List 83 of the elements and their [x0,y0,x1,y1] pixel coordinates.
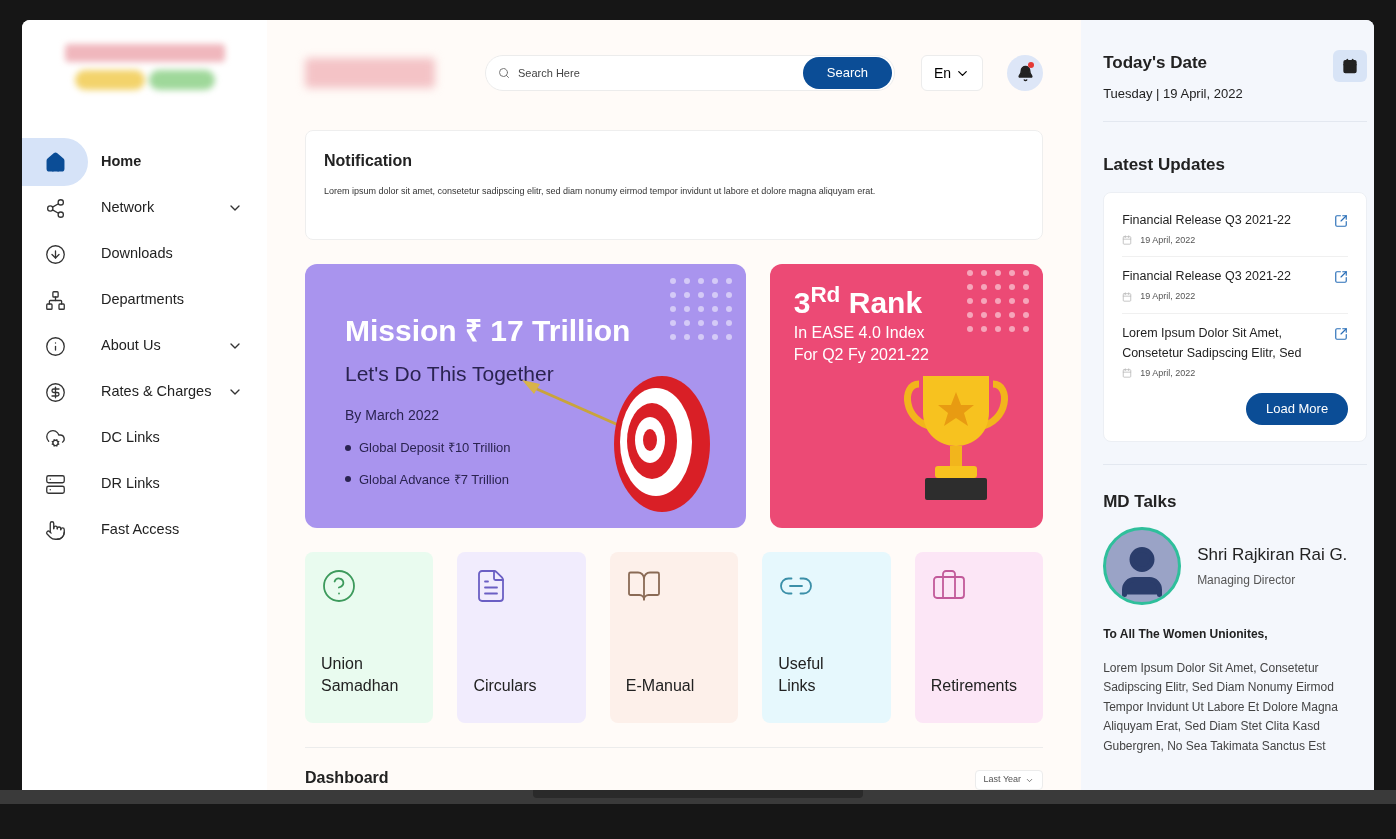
banner-title: 3$^{Rd}$ Rank [793,284,924,321]
nav-label: Home [101,152,142,172]
update-date: 19 April, 2022 [1140,366,1196,380]
tile-label: Retirements [930,676,1018,696]
nodes-icon [44,197,66,219]
banner-subtitle: Let's Do This Together [345,360,555,387]
update-title: Financial Release Q3 2021-22 [1122,211,1292,229]
language-dropdown[interactable]: En [921,55,984,92]
nav-label: Fast Access [101,520,180,540]
update-item[interactable]: Financial Release Q3 2021-22 19 April, 2022 [1122,257,1349,314]
md-talks-title: MD Talks [1103,491,1178,513]
tile-label: Useful Links [778,654,825,696]
notification-button[interactable] [1007,55,1044,92]
external-link-icon[interactable] [1334,326,1349,341]
dot-pattern-drawing [667,276,734,342]
banner-bullet: Global Advance ₹7 Trillion [345,469,706,489]
cloud-icon [44,427,66,449]
nav-item[interactable]: Fast Access [22,510,267,550]
banner-text: For Q2 Fy 2021-22 [793,344,930,365]
nav-item[interactable]: Departments [22,280,267,320]
date-title: Today's Date [1103,52,1208,74]
nav-item[interactable]: About Us [22,326,267,366]
update-item[interactable]: Financial Release Q3 2021-22 19 April, 2022 [1122,200,1349,257]
calendar-icon [1122,368,1133,379]
nav-label: Downloads [101,244,173,264]
nav-item[interactable]: Rates & Charges [22,372,267,412]
tile-label: E-Manual [625,676,696,696]
period-dropdown[interactable]: Last Year [974,770,1044,790]
update-item[interactable]: Lorem Ipsum Dolor Sit Amet, Consetetur Sadipscing Elitr, Sed 19 April, 2022 [1122,313,1349,389]
nav-label: DR Links [101,474,160,494]
nav-label: Rates & Charges [101,382,212,402]
date-text: Tuesday | 19 April, 2022 [1103,84,1243,103]
org-chart-icon [44,289,66,311]
nav-label: Departments [101,290,184,310]
updates-title: Latest Updates [1103,154,1226,176]
nav-item[interactable]: Network [22,188,267,228]
notification-text: Lorem ipsum dolor sit amet, consetetur sadipscing elitr, sed diam nonumy eirmod tempor invidunt ut labore et dolore magna aliquyam erat. [324,185,877,198]
external-link-icon[interactable] [1334,270,1349,284]
download-icon [44,243,66,265]
calendar-icon [1122,291,1133,302]
shortcut-tile[interactable]: Useful Links [762,552,891,723]
pointer-hand-icon [44,519,66,541]
nav-label: DC Links [101,428,160,448]
update-date: 19 April, 2022 [1140,290,1196,303]
info-icon [44,335,66,357]
search-input[interactable]: Search Here [518,64,803,82]
update-title: Financial Release Q3 2021-22 [1122,268,1292,285]
dot-pattern-drawing [965,268,1032,334]
update-date: 19 April, 2022 [1140,233,1196,247]
notification-title: Notification [324,151,413,172]
search-button[interactable]: Search [802,57,892,90]
load-more-button[interactable]: Load More [1245,393,1349,425]
home-icon [44,151,66,173]
greeting-text: To All The Women Unionites, [1103,625,1269,643]
dollar-icon [44,381,66,403]
question-icon [321,568,357,604]
banner-text: In EASE 4.0 Index [793,322,926,343]
shortcut-tile[interactable]: Circulars [457,552,586,723]
search-icon [498,67,510,80]
md-role: Managing Director [1197,572,1297,590]
shortcut-tile[interactable]: Retirements [914,552,1044,723]
nav-label: About Us [101,336,161,356]
calendar-button[interactable] [1333,50,1368,82]
message-text: Lorem Ipsum Dolor Sit Amet, Consetetur Sadipscing Elitr, Sed Diam Nonumy Eirmod Tempor Invidunt Ut Labore Et Dolore Magna Aliquyam Erat, Sed Diam Stet Clita Kasd Gubergren, No Sea Takimata Sanctus Est [1103,659,1339,755]
calendar-icon [1342,58,1359,74]
tile-label: Union Samadhan [321,654,400,696]
md-name: Shri Rajkiran Rai G. [1197,543,1348,566]
shortcut-tile[interactable]: E-Manual [609,552,739,723]
external-link-icon[interactable] [1334,213,1349,228]
nav-item[interactable]: DC Links [22,418,267,458]
shortcut-tile[interactable]: Union Samadhan [305,552,434,723]
server-icon [44,473,66,495]
dashboard-title: Dashboard [305,768,389,788]
bell-icon [1016,64,1034,82]
nav-item[interactable]: DR Links [22,464,267,504]
tile-label: Circulars [473,676,538,696]
nav-item[interactable]: Downloads [22,234,267,274]
banner-note: By March 2022 [345,406,441,425]
nav-label: Network [101,198,155,218]
calendar-icon [1122,235,1133,246]
banner-title: Mission ₹ 17 Trillion [345,313,632,349]
update-title: Lorem Ipsum Dolor Sit Amet, Consetetur Sadipscing Elitr, Sed [1122,324,1303,362]
search-field[interactable]: Search Here Search [485,55,895,92]
